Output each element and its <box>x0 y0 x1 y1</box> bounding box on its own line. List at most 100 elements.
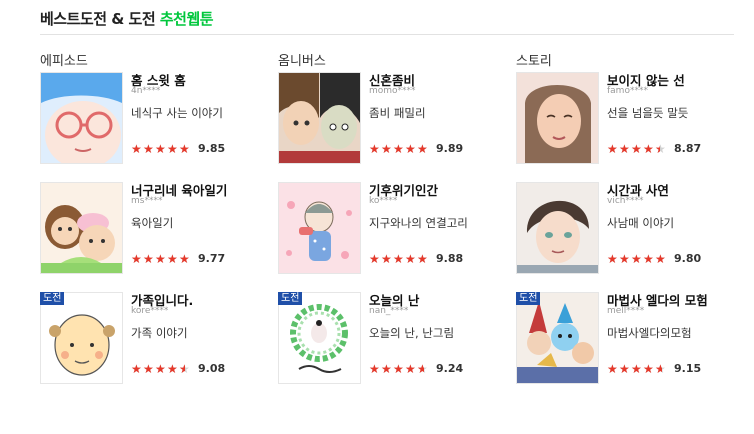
star-icon: ★★ <box>643 141 654 156</box>
thumbnail[interactable] <box>40 72 123 164</box>
thumbnail-art-boy-portrait <box>517 183 598 273</box>
card-author: vich**** <box>607 196 644 206</box>
thumbnail[interactable] <box>516 72 599 164</box>
star-icon: ★★ <box>643 251 654 266</box>
webtoon-card[interactable]: 도전 마법사 엘다의 모험 mell**** 마법사엘다의모험 ★ ★ ★ ★ ★ ★ ★ ★… <box>516 292 716 384</box>
card-description: 마법사엘다의모험 <box>607 326 692 340</box>
rating-score: 9.88 <box>436 252 464 265</box>
thumbnail[interactable] <box>278 72 361 164</box>
star-rating: ★★★★★★★★★★ <box>607 253 667 265</box>
star-icon: ★★ <box>655 361 666 376</box>
star-icon: ★★ <box>631 251 642 266</box>
thumbnail[interactable] <box>516 292 599 384</box>
rating-score: 9.15 <box>674 362 702 375</box>
column-title-omnibus[interactable]: 옴니버스 <box>278 50 326 69</box>
star-icon: ★★ <box>619 251 630 266</box>
star-rating: ★★★★★★★★★★ <box>131 253 191 265</box>
column-title-story[interactable]: 스토리 <box>516 50 552 69</box>
card-rating: ★★★★★★★★★★ 8.87 <box>607 142 701 155</box>
card-description: 사남매 이야기 <box>607 216 675 230</box>
webtoon-card[interactable]: 기후위기인간 ko**** 지구와나의 연결고리 ★ ★ ★ ★ ★ ★ ★ ★ ★ ★ 9.88 <box>278 182 478 274</box>
webtoon-card[interactable]: 보이지 않는 선 famo**** 선을 넘을듯 말듯 ★★★★★★★★★★ 8… <box>516 72 716 164</box>
star-rating: ★★★★★★★★★★ <box>369 253 429 265</box>
webtoon-card[interactable]: 시간과 사연 vich**** 사남매 이야기 ★ ★ ★ ★ ★ ★ ★ ★ ★ ★ 9.80 <box>516 182 716 274</box>
star-icon: ★★ <box>393 141 404 156</box>
star-icon: ★★ <box>369 141 380 156</box>
rating-score: 8.87 <box>674 142 702 155</box>
star-icon: ★★ <box>167 251 178 266</box>
star-icon: ★★ <box>631 361 642 376</box>
star-icon: ★★ <box>417 251 428 266</box>
star-icon: ★★ <box>131 251 142 266</box>
section-header: 베스트도전 & 도전 추천웹툰 <box>40 8 214 29</box>
thumbnail[interactable] <box>278 292 361 384</box>
star-icon: ★★ <box>179 361 190 376</box>
card-description: 선을 넘을듯 말듯 <box>607 106 689 120</box>
header-title: 베스트도전 & 도전 <box>40 10 160 28</box>
card-rating: ★ ★ ★ ★ ★ ★ ★ ★ ★ ★ 9.85 <box>131 142 225 155</box>
header-accent[interactable]: 추천웹툰 <box>160 10 214 28</box>
star-rating: ★★★★★★★★★★ <box>369 143 429 155</box>
rating-score: 9.85 <box>198 142 226 155</box>
star-icon: ★★ <box>179 251 190 266</box>
rating-score: 9.89 <box>436 142 464 155</box>
star-icon: ★★ <box>381 361 392 376</box>
star-icon: ★★ <box>655 251 666 266</box>
thumbnail-art-raccoon-family <box>41 183 122 273</box>
star-rating: ★★★★★★★★★★ <box>607 363 667 375</box>
card-author: ms**** <box>131 196 163 206</box>
thumbnail[interactable] <box>516 182 599 274</box>
card-description: 오늘의 난, 난그림 <box>369 326 455 340</box>
star-icon: ★★ <box>381 141 392 156</box>
card-author: ko**** <box>369 196 398 206</box>
card-author: 4n**** <box>131 86 161 96</box>
webtoon-card[interactable]: 도전 가족입니다. kore**** 가족 이야기 ★ ★ ★ ★ ★ ★ ★ ★ ★ ★ 9.0… <box>40 292 240 384</box>
webtoon-card[interactable]: 신혼좀비 momo**** 좀비 패밀리 ★ ★ ★ ★ ★ ★ ★ ★ ★ ★ 9.89 <box>278 72 478 164</box>
star-icon: ★★ <box>131 361 142 376</box>
card-description: 좀비 패밀리 <box>369 106 426 120</box>
card-rating: ★ ★ ★ ★ ★ ★ ★ ★ ★ ★ 9.89 <box>369 142 463 155</box>
thumbnail[interactable] <box>40 182 123 274</box>
star-icon: ★★ <box>417 361 428 376</box>
star-icon: ★★ <box>143 251 154 266</box>
thumbnail-art-orchid-wreath <box>279 293 360 383</box>
webtoon-card[interactable]: 너구리네 육아일기 ms**** 육아일기 ★ ★ ★ ★ ★ ★ ★ ★ ★ ★ 9.77 <box>40 182 240 274</box>
card-rating: ★ ★ ★ ★ ★ ★ ★ ★ ★ ★ 9.80 <box>607 252 701 265</box>
card-description: 육아일기 <box>131 216 174 230</box>
card-description: 지구와나의 연결고리 <box>369 216 468 230</box>
thumbnail[interactable] <box>278 182 361 274</box>
star-icon: ★★ <box>167 361 178 376</box>
star-icon: ★★ <box>643 361 654 376</box>
star-icon: ★★ <box>619 141 630 156</box>
star-icon: ★★ <box>607 141 618 156</box>
star-icon: ★★ <box>405 141 416 156</box>
rating-score: 9.24 <box>436 362 464 375</box>
challenge-badge: 도전 <box>278 292 303 305</box>
star-rating: ★★★★★★★★★★ <box>131 143 191 155</box>
webtoon-card[interactable]: 홈 스윗 홈 4n**** 네식구 사는 이야기 ★ ★ ★ ★ ★ ★ ★ ★ ★ ★ 9.85 <box>40 72 240 164</box>
card-rating: ★ ★ ★ ★ ★ ★ ★ ★ ★ ★ 9.77 <box>131 252 225 265</box>
rating-score: 9.77 <box>198 252 226 265</box>
card-description: 가족 이야기 <box>131 326 188 340</box>
star-icon: ★★ <box>393 361 404 376</box>
challenge-badge: 도전 <box>40 292 65 305</box>
card-author: nan_**** <box>369 306 409 316</box>
column-title-episode[interactable]: 에피소드 <box>40 50 88 69</box>
star-icon: ★★ <box>607 251 618 266</box>
star-icon: ★★ <box>155 141 166 156</box>
thumbnail-art-glasses-boy <box>41 73 122 163</box>
thumbnail-art-climate-person <box>279 183 360 273</box>
card-rating: ★ ★ ★ ★ ★ ★ ★ ★ ★ ★ 9.24 <box>369 362 463 375</box>
header-divider <box>40 34 734 35</box>
star-icon: ★★ <box>393 251 404 266</box>
star-icon: ★★ <box>143 141 154 156</box>
star-icon: ★★ <box>405 251 416 266</box>
star-icon: ★★ <box>619 361 630 376</box>
star-icon: ★★ <box>607 361 618 376</box>
webtoon-card[interactable]: 도전 오늘의 난 nan_**** 오늘의 난, 난그림 ★ ★ ★ ★ ★ ★ ★ ★ ★ ★ … <box>278 292 478 384</box>
thumbnail-art-wizard-party <box>517 293 598 383</box>
star-icon: ★★ <box>179 141 190 156</box>
star-icon: ★★ <box>155 361 166 376</box>
thumbnail[interactable] <box>40 292 123 384</box>
star-icon: ★★ <box>417 141 428 156</box>
